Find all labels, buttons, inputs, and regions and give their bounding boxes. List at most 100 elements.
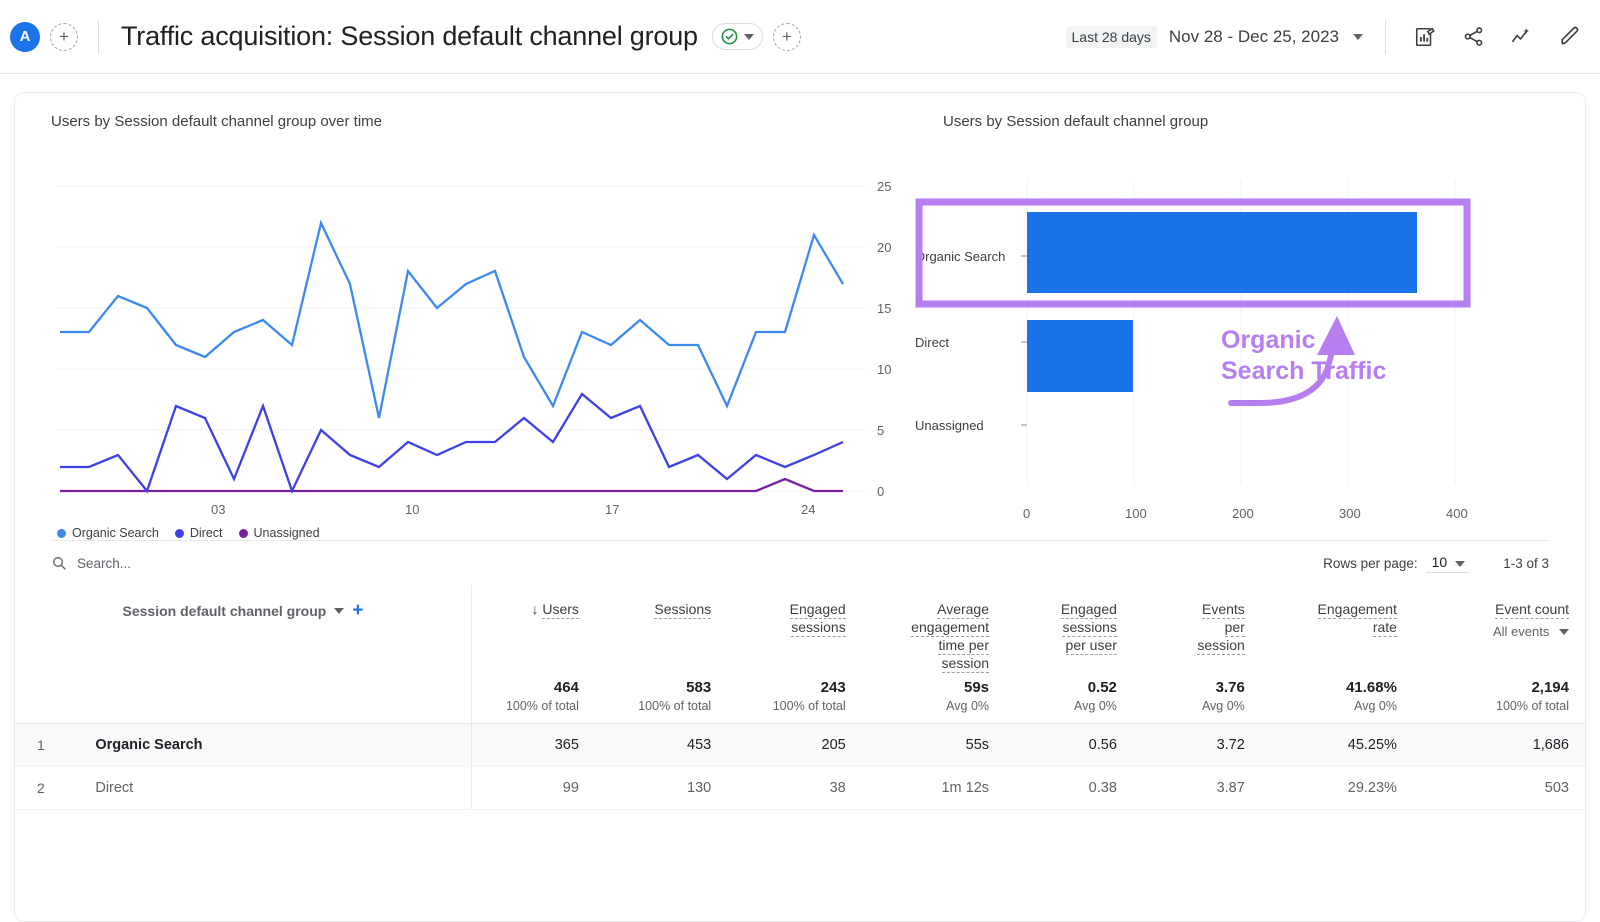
report-card: Users by Session default channel group o…	[14, 92, 1586, 922]
svg-text:400: 400	[1446, 506, 1468, 521]
legend-dot-icon	[57, 528, 66, 538]
create-report-icon[interactable]	[1410, 22, 1440, 52]
row-dimension[interactable]: Organic Search	[83, 723, 472, 767]
row-dimension[interactable]: Direct	[83, 766, 472, 810]
totals-cell-sessions: 583 100% of total	[594, 672, 728, 724]
column-header-engagement-rate[interactable]: Engagement rate	[1261, 585, 1413, 673]
row-value-users: 365	[471, 723, 595, 767]
sort-arrow-icon: ↓	[531, 601, 539, 617]
legend-dot-icon	[238, 528, 248, 538]
legend-item-organic-search[interactable]: Organic Search	[57, 526, 159, 540]
row-value-avg-engagement-time: 55s	[861, 723, 1006, 767]
column-header-avg-engagement-time[interactable]: Average engagement time per session	[862, 585, 1005, 673]
column-header-sessions[interactable]: Sessions	[595, 585, 727, 673]
row-value-users: 99	[471, 766, 595, 810]
table-row[interactable]: 2 Direct 99 130 38 1m 12s 0.38 3.87 29.2…	[15, 766, 1585, 810]
insights-icon[interactable]	[1506, 22, 1536, 52]
svg-text:Dec: Dec	[211, 517, 235, 520]
rows-per-page-label: Rows per page:	[1323, 555, 1418, 571]
search-input[interactable]: Search...	[51, 555, 1323, 571]
column-header-events-per-session[interactable]: Events per session	[1133, 585, 1261, 673]
search-icon	[51, 555, 67, 571]
line-chart: 25 20 15 10 5 0 03 Dec 10 17 24	[57, 179, 891, 520]
date-chevron-down-icon[interactable]	[1353, 33, 1363, 40]
column-header-engaged-sessions-per-user[interactable]: Engaged sessions per user	[1005, 585, 1133, 673]
legend-item-unassigned[interactable]: Unassigned	[238, 526, 320, 540]
svg-text:17: 17	[605, 502, 619, 517]
event-count-filter[interactable]: All events	[1421, 624, 1569, 641]
column-label: Engaged	[789, 601, 846, 619]
svg-text:Direct: Direct	[915, 335, 949, 350]
comparison-status-pill[interactable]	[711, 23, 763, 50]
column-label: Users	[542, 601, 579, 619]
row-value-engaged-sessions: 205	[727, 723, 862, 767]
row-value-engaged-sessions-per-user: 0.56	[1005, 723, 1133, 767]
totals-cell-events-per-session: 3.76 Avg 0%	[1132, 672, 1261, 724]
date-range-text[interactable]: Nov 28 - Dec 25, 2023	[1169, 27, 1339, 47]
chevron-down-icon[interactable]	[334, 607, 345, 614]
totals-row: 464 100% of total 583 100% of total 243 …	[15, 672, 1585, 724]
svg-text:24: 24	[801, 502, 815, 517]
svg-text:25: 25	[877, 179, 891, 194]
add-comparison-button[interactable]: +	[772, 22, 801, 51]
add-dimension-button[interactable]: +	[352, 601, 363, 620]
svg-text:5: 5	[877, 423, 884, 438]
line-chart-title: Users by Session default channel group o…	[51, 113, 383, 130]
row-value-events-per-session: 3.87	[1132, 766, 1261, 810]
chevron-down-icon[interactable]	[743, 33, 754, 40]
edit-pencil-icon[interactable]	[1554, 22, 1584, 52]
legend-dot-icon	[174, 528, 184, 538]
column-label: Event count	[1495, 601, 1569, 619]
row-value-sessions: 453	[594, 723, 728, 767]
row-value-engaged-sessions: 38	[727, 766, 862, 810]
row-value-engaged-sessions-per-user: 0.38	[1005, 766, 1133, 810]
row-index: 2	[15, 766, 84, 810]
table-controls: Search... Rows per page: 10 1-3 of 3	[15, 541, 1585, 585]
row-index: 1	[15, 723, 84, 767]
row-value-engagement-rate: 45.25%	[1260, 723, 1413, 767]
totals-cell-engagement-rate: 41.68% Avg 0%	[1260, 672, 1413, 724]
column-header-users[interactable]: ↓ Users	[471, 585, 594, 673]
top-bar: A + Traffic acquisition: Session default…	[0, 0, 1600, 74]
date-range-chip: Last 28 days	[1065, 25, 1157, 48]
pagination-range: 1-3 of 3	[1503, 555, 1549, 571]
chevron-down-icon	[1455, 560, 1466, 567]
dimension-header-cell: Session default channel group +	[15, 585, 472, 673]
line-chart-legend: Organic Search Direct Unassigned	[15, 526, 915, 540]
row-value-event-count: 1,686	[1412, 723, 1585, 767]
avatar[interactable]: A	[10, 21, 40, 52]
column-header-engaged-sessions[interactable]: Engaged sessions	[727, 585, 862, 673]
svg-text:20: 20	[877, 240, 891, 255]
legend-label: Unassigned	[253, 526, 320, 540]
row-value-event-count: 503	[1412, 766, 1585, 810]
column-label: Sessions	[654, 601, 712, 619]
bar-chart-block: Users by Session default channel group O…	[915, 93, 1575, 540]
share-icon[interactable]	[1458, 22, 1488, 52]
bar-chart-title: Users by Session default channel group	[943, 113, 1209, 130]
rows-per-page-select[interactable]: 10	[1425, 553, 1470, 573]
totals-cell-engaged-sessions: 243 100% of total	[727, 672, 862, 724]
svg-text:Unassigned: Unassigned	[915, 418, 984, 433]
totals-label-cell	[15, 672, 472, 724]
totals-cell-event-count: 2,194 100% of total	[1412, 672, 1585, 724]
table-row[interactable]: 1 Organic Search 365 453 205 55s 0.56 3.…	[15, 723, 1585, 767]
add-account-button[interactable]: +	[50, 22, 78, 51]
legend-item-direct[interactable]: Direct	[174, 526, 223, 540]
svg-text:Organic Search: Organic Search	[915, 249, 1005, 264]
bar-direct	[1027, 320, 1133, 392]
dimension-header-label[interactable]: Session default channel group	[123, 603, 327, 619]
svg-text:0: 0	[1023, 506, 1030, 521]
column-header-event-count[interactable]: Event count All events	[1413, 585, 1585, 673]
row-value-engagement-rate: 29.23%	[1260, 766, 1413, 810]
totals-cell-engaged-sessions-per-user: 0.52 Avg 0%	[1005, 672, 1133, 724]
search-placeholder: Search...	[77, 555, 132, 571]
rows-per-page-value: 10	[1431, 553, 1448, 570]
svg-text:10: 10	[877, 362, 891, 377]
svg-text:300: 300	[1339, 506, 1361, 521]
annotation-label: Organic Search Traffic	[1221, 326, 1387, 385]
row-value-events-per-session: 3.72	[1132, 723, 1261, 767]
totals-cell-users: 464 100% of total	[471, 672, 595, 724]
totals-cell-avg-engagement-time: 59s Avg 0%	[861, 672, 1006, 724]
divider	[98, 19, 99, 54]
row-value-avg-engagement-time: 1m 12s	[861, 766, 1006, 810]
